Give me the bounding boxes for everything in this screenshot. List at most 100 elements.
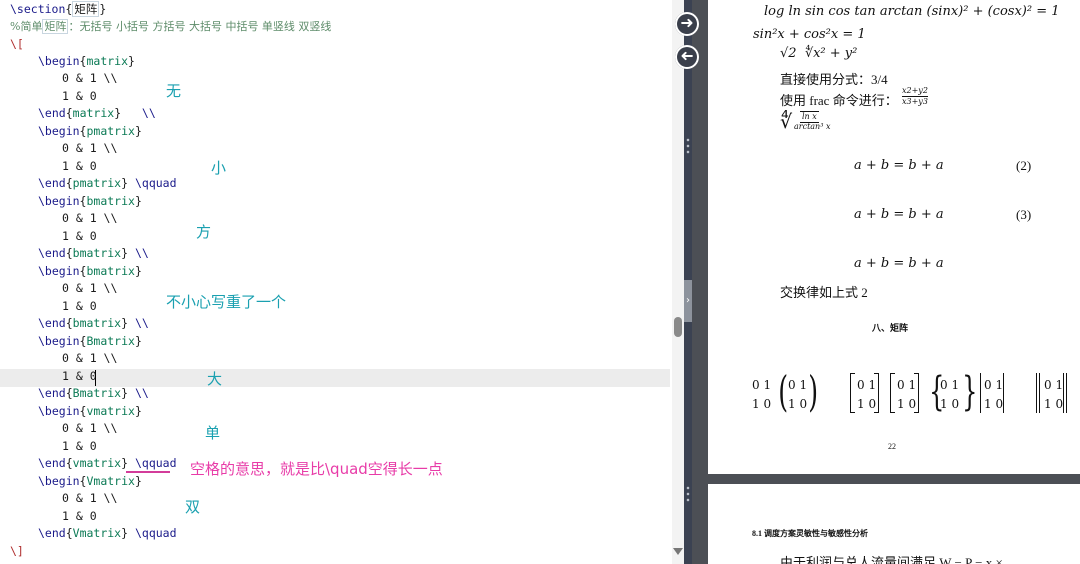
code-line[interactable]: 1 & 0 <box>62 438 97 455</box>
frac-numerator: x2+y2 <box>902 86 928 97</box>
code-token: } <box>134 124 142 138</box>
code-line[interactable]: 0 & 1 \\ <box>62 350 117 367</box>
grip-icon[interactable] <box>686 137 690 155</box>
code-line[interactable]: \end{Bmatrix} \\ <box>38 385 149 402</box>
code-line[interactable]: \end{vmatrix} \qquad <box>38 455 177 472</box>
code-line[interactable]: \end{bmatrix} \\ <box>38 315 149 332</box>
code-line[interactable]: \begin{vmatrix} <box>38 403 142 420</box>
pdf-viewer[interactable]: log ln sin cos tan arctan (sinx)² + (cos… <box>692 0 1080 564</box>
commutative-text: 交换律如上式 2 <box>780 285 868 300</box>
code-token: \end <box>38 386 66 400</box>
right-brace: } <box>962 369 978 415</box>
code-line[interactable]: \section{矩阵} <box>10 1 106 18</box>
code-token: } <box>121 456 129 470</box>
code-token: } <box>99 2 107 16</box>
latex-editor[interactable]: \section{矩阵} %简单 矩阵 ：无括号 小括号 方括号 大括号 中括号 单… <box>0 0 672 564</box>
code-token: \\ <box>121 106 156 120</box>
editor-scrollbar[interactable] <box>672 0 684 564</box>
code-token: pmatrix <box>72 176 122 190</box>
code-token: \begin <box>38 474 80 488</box>
code-token: { <box>65 386 73 400</box>
code-token: \end <box>38 456 66 470</box>
code-line[interactable]: \end{pmatrix} \qquad <box>38 175 177 192</box>
matrix-brackets: 0 1 1 0 <box>850 373 882 413</box>
code-line[interactable]: \begin{Bmatrix} <box>38 333 142 350</box>
page-number: 22 <box>888 442 896 451</box>
code-line[interactable]: \begin{Vmatrix} <box>38 473 142 490</box>
annotation-small: 小 <box>211 159 227 177</box>
code-line[interactable]: 0 & 1 \\ <box>62 420 117 437</box>
equation-number-2: (2) <box>1016 158 1032 173</box>
left-bar-inner <box>1039 373 1040 413</box>
code-token: \end <box>38 246 66 260</box>
code-token: \\ <box>128 386 149 400</box>
code-token: } <box>121 246 129 260</box>
code-token: \begin <box>38 54 80 68</box>
sync-to-pdf-arrow-icon[interactable]: ➜ <box>675 12 699 36</box>
code-line[interactable]: 0 & 1 \\ <box>62 70 117 87</box>
code-line[interactable]: 0 & 1 \\ <box>62 140 117 157</box>
app-window: \section{矩阵} %简单 矩阵 ：无括号 小括号 方括号 大括号 中括号 单… <box>0 0 1080 564</box>
root-sign: ∜ <box>780 112 793 133</box>
code-token: { <box>65 456 73 470</box>
code-line[interactable]: %简单 矩阵 ：无括号 小括号 方括号 大括号 中括号 单竖线 双竖线 <box>10 18 331 35</box>
code-line[interactable]: \[ <box>10 36 24 53</box>
editor-scrollbar-thumb[interactable] <box>674 317 682 337</box>
code-token: { <box>65 246 73 260</box>
code-line[interactable]: \end{bmatrix} \\ <box>38 245 149 262</box>
code-token: } <box>121 526 129 540</box>
direct-fraction-line: 直接使用分式：3/4 <box>780 72 888 87</box>
code-line[interactable]: 1 & 0 <box>62 368 97 385</box>
code-token: } <box>134 474 142 488</box>
annotation-large: 大 <box>207 370 223 388</box>
equation-2: a + b = b + a <box>854 158 944 173</box>
annotation-qquad: 空格的意思，就是比\quad空得长一点 <box>190 460 443 478</box>
code-line[interactable]: \end{matrix} \\ <box>38 105 156 122</box>
code-line[interactable]: 1 & 0 <box>62 158 97 175</box>
annotation-duplicate: 不小心写重了一个 <box>166 293 287 311</box>
code-token: } <box>121 176 129 190</box>
code-token: \qquad <box>128 456 177 470</box>
matrix-cells: 0 1 1 0 <box>788 378 808 411</box>
matrix-single-bars: 0 1 1 0 <box>978 373 1006 413</box>
code-line[interactable]: 1 & 0 <box>62 88 97 105</box>
body-text: 由于利润与总人流量间满足 W − P − x × <box>780 555 1003 564</box>
code-line[interactable]: 0 & 1 \\ <box>62 490 117 507</box>
code-token: Vmatrix <box>72 526 122 540</box>
code-line[interactable]: 1 & 0 <box>62 298 97 315</box>
formula-log: log ln sin cos tan arctan (sinx)² + (cos… <box>764 4 1060 19</box>
code-token: \qquad <box>128 526 177 540</box>
sync-to-source-arrow-icon[interactable]: ➜ <box>675 45 699 69</box>
matrix-parentheses: ( 0 1 1 0 ) <box>778 370 818 414</box>
code-token: \end <box>38 176 66 190</box>
code-token: \begin <box>38 194 80 208</box>
scroll-down-arrow-icon[interactable] <box>673 548 683 555</box>
code-comment: %简单 <box>10 20 43 33</box>
code-line[interactable]: \end{Vmatrix} \qquad <box>38 525 177 542</box>
collapse-pane-button[interactable]: › <box>684 280 692 322</box>
grip-icon[interactable] <box>686 485 690 503</box>
left-bar <box>980 373 981 413</box>
code-token: \begin <box>38 404 80 418</box>
root-denominator: arctan³ x <box>794 122 831 131</box>
code-line[interactable]: \] <box>10 543 24 560</box>
code-line[interactable]: 0 & 1 \\ <box>62 280 117 297</box>
qquad-underline <box>126 471 170 473</box>
code-token: \end <box>38 526 66 540</box>
code-token: bmatrix <box>86 264 135 278</box>
right-bar <box>1003 373 1004 413</box>
code-line[interactable]: 1 & 0 <box>62 508 97 525</box>
code-token: \qquad <box>128 176 177 190</box>
code-line[interactable]: 0 & 1 \\ <box>62 210 117 227</box>
code-token: \\ <box>128 246 149 260</box>
code-line[interactable]: \begin{bmatrix} <box>38 193 142 210</box>
code-token: bmatrix <box>72 316 122 330</box>
code-line[interactable]: 1 & 0 <box>62 228 97 245</box>
code-token: bmatrix <box>86 194 135 208</box>
code-line[interactable]: \begin{bmatrix} <box>38 263 142 280</box>
code-line[interactable]: \begin{matrix} <box>38 53 135 70</box>
code-token: Vmatrix <box>86 474 135 488</box>
code-token: \\ <box>128 316 149 330</box>
code-token: 矩阵 <box>72 1 100 17</box>
code-line[interactable]: \begin{pmatrix} <box>38 123 142 140</box>
